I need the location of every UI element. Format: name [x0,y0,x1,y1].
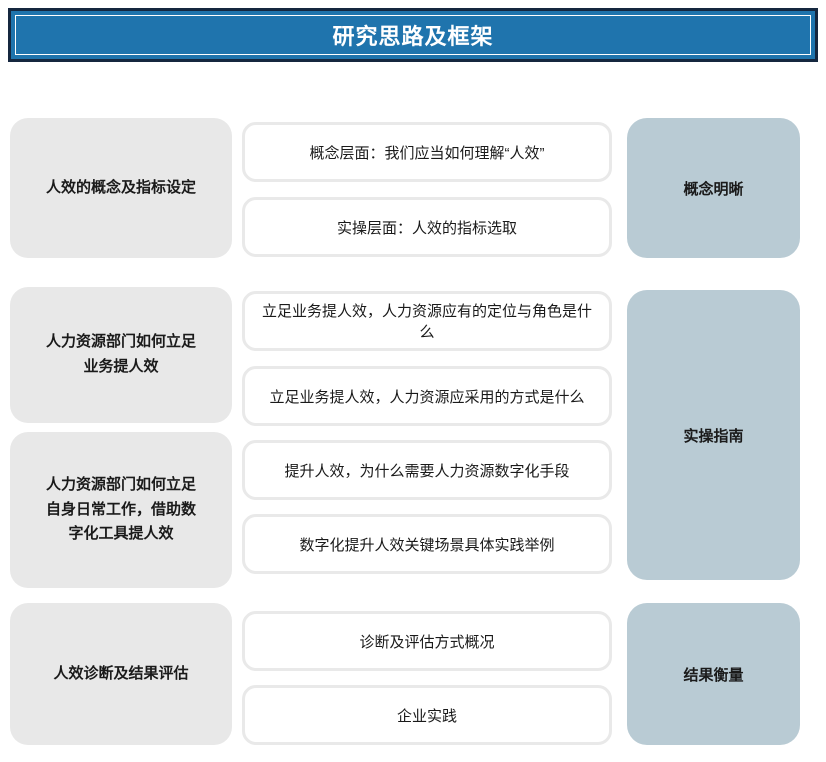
title-banner: 研究思路及框架 [8,8,818,62]
outcome-label: 结果衡量 [683,664,743,685]
topic-box-diagnosis-evaluation: 人效诊断及结果评估 [10,603,232,745]
outcome-label: 实操指南 [683,425,743,446]
detail-label: 立足业务提人效，人力资源应有的定位与角色是什么 [259,300,595,342]
outcome-box-result-measurement: 结果衡量 [627,603,800,745]
topic-label: 人力资源部门如何立足业务提人效 [40,330,202,380]
detail-box-why-digital: 提升人效，为什么需要人力资源数字化手段 [242,440,612,500]
detail-box-practice-level: 实操层面：人效的指标选取 [242,197,612,257]
outcome-box-concept-clarity: 概念明晰 [627,118,800,258]
slide-canvas: 研究思路及框架 人效的概念及指标设定 人力资源部门如何立足业务提人效 人力资源部… [0,0,826,762]
detail-label: 概念层面：我们应当如何理解“人效” [310,142,545,163]
detail-box-digital-practice-examples: 数字化提升人效关键场景具体实践举例 [242,514,612,574]
detail-box-concept-level: 概念层面：我们应当如何理解“人效” [242,122,612,182]
topic-box-business-based-efficiency: 人力资源部门如何立足业务提人效 [10,287,232,423]
topic-label: 人效诊断及结果评估 [53,662,188,687]
page-title: 研究思路及框架 [332,19,493,51]
topic-label: 人力资源部门如何立足自身日常工作，借助数字化工具提人效 [40,473,202,547]
detail-box-enterprise-practice: 企业实践 [242,685,612,745]
detail-label: 实操层面：人效的指标选取 [337,217,517,238]
topic-label: 人效的概念及指标设定 [46,176,196,201]
topic-box-concept-and-metrics: 人效的概念及指标设定 [10,118,232,258]
detail-label: 诊断及评估方式概况 [359,631,494,652]
topic-box-digital-tools-efficiency: 人力资源部门如何立足自身日常工作，借助数字化工具提人效 [10,432,232,588]
detail-label: 数字化提升人效关键场景具体实践举例 [299,534,554,555]
detail-box-diagnosis-overview: 诊断及评估方式概况 [242,611,612,671]
outcome-box-practice-guide: 实操指南 [627,290,800,580]
detail-box-hr-method: 立足业务提人效，人力资源应采用的方式是什么 [242,366,612,426]
detail-box-hr-role: 立足业务提人效，人力资源应有的定位与角色是什么 [242,291,612,351]
detail-label: 提升人效，为什么需要人力资源数字化手段 [284,460,569,481]
detail-label: 立足业务提人效，人力资源应采用的方式是什么 [269,386,584,407]
detail-label: 企业实践 [397,705,457,726]
outcome-label: 概念明晰 [683,178,743,199]
